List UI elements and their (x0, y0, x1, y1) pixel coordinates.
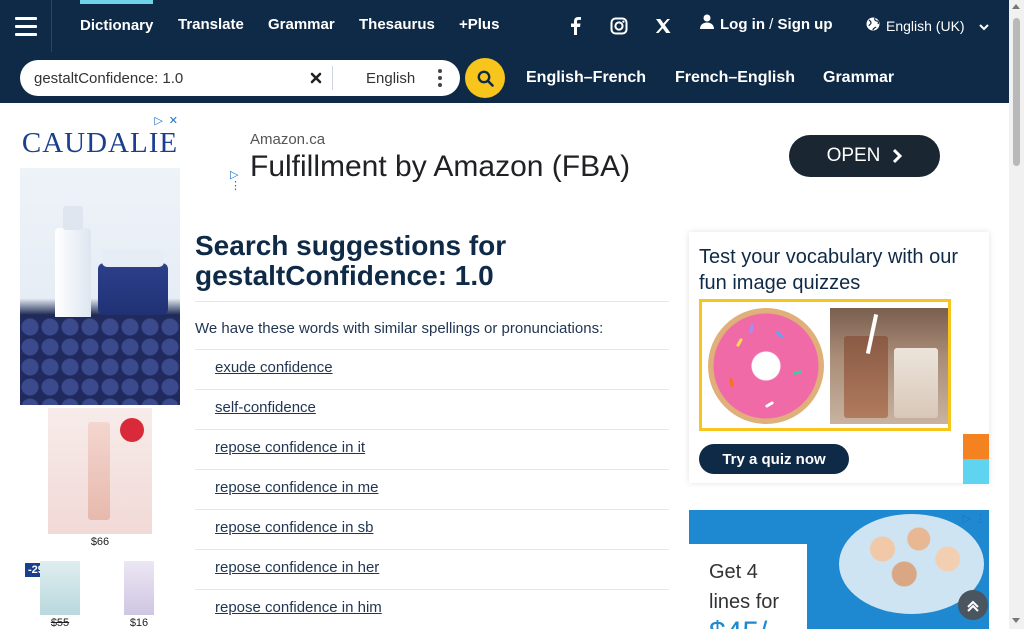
suggestion-link[interactable]: self-confidence (215, 399, 316, 416)
suggestion-link[interactable]: repose confidence in her (215, 559, 379, 576)
hamburger-menu-icon[interactable] (0, 0, 52, 52)
globe-icon (866, 1, 880, 51)
search-input[interactable] (34, 60, 319, 96)
ad-price: $45/ (709, 616, 767, 629)
adchoices-icon[interactable]: ▷ ⋮ (230, 170, 241, 192)
adchoices-icon: ▷ (154, 115, 163, 127)
ad-line-1: Get 4 (709, 561, 758, 583)
ad-open-button[interactable]: OPEN (789, 135, 940, 177)
ad-product-3-price: $16 (129, 617, 149, 629)
page-title: Search suggestions for gestaltConfidence… (195, 231, 506, 291)
signup-link[interactable]: Sign up (778, 16, 833, 33)
nav-thesaurus[interactable]: Thesaurus (359, 0, 435, 52)
search-button[interactable] (465, 58, 505, 98)
ad-line-2: lines for (709, 591, 780, 613)
ad-product-2[interactable]: $55 (40, 561, 80, 629)
ad-text: Get 4 lines for (709, 557, 779, 617)
divider (195, 349, 669, 350)
divider (195, 301, 669, 302)
quiz-promo-box: Test your vocabulary with our fun image … (689, 232, 989, 483)
site-language-label: English (UK) (886, 18, 965, 34)
chevron-down-icon (978, 1, 989, 51)
suggestion-link[interactable]: repose confidence in me (215, 479, 378, 496)
ad-product-1[interactable]: $66 (48, 408, 152, 548)
more-options-icon (438, 69, 442, 87)
search-bar: English English–French French–English Gr… (0, 52, 1024, 103)
dictionary-language-label: English (366, 69, 416, 87)
scroll-down-arrow-icon[interactable] (1012, 618, 1020, 623)
search-icon (477, 70, 494, 87)
top-navigation-bar: Dictionary Translate Grammar Thesaurus +… (0, 0, 1024, 52)
ad-product-3[interactable]: $16 (124, 561, 154, 629)
quiz-title: Test your vocabulary with our fun image … (699, 246, 959, 294)
page-scrollbar[interactable] (1009, 0, 1024, 629)
search-box: English (20, 60, 460, 96)
nav-plus[interactable]: +Plus (459, 0, 499, 52)
scroll-thumb[interactable] (1013, 18, 1020, 166)
ad-hero-image (20, 168, 180, 405)
bottom-right-ad[interactable]: Get 4 lines for $45/ ▷⋮ (689, 510, 989, 629)
adchoices-icon[interactable]: ▷ ⋮ (963, 512, 986, 525)
ad-brand-logo: CAUDALIE (21, 127, 179, 159)
donut-image (708, 308, 824, 424)
suggestion-link[interactable]: repose confidence in it (215, 439, 365, 456)
quiz-image-link[interactable] (699, 299, 951, 431)
clear-search-icon[interactable] (304, 66, 328, 90)
ad-product-2-price: $55 (50, 617, 70, 629)
suggestion-link[interactable]: exude confidence (215, 359, 333, 376)
search-divider (332, 66, 333, 90)
tab-french-english[interactable]: French–English (675, 59, 795, 97)
left-skyscraper-ad[interactable]: ▷ ✕ CAUDALIE $66 -29% $55 $16 (20, 112, 180, 629)
dictionary-language-select[interactable]: English (334, 66, 452, 90)
login-link[interactable]: Log in (720, 16, 765, 33)
milkshake-image (830, 308, 948, 424)
divider (195, 389, 669, 390)
suggestions-intro: We have these words with similar spellin… (195, 320, 604, 337)
ad-choices[interactable]: ▷ ✕ (154, 114, 178, 127)
suggestion-link[interactable]: repose confidence in him (215, 599, 382, 616)
close-ad-icon[interactable]: ✕ (169, 114, 178, 127)
site-language-selector[interactable]: English (UK) (866, 0, 989, 52)
nav-dictionary[interactable]: Dictionary (80, 0, 154, 52)
divider (195, 549, 669, 550)
divider (195, 469, 669, 470)
login-area: Log in / Sign up (700, 0, 833, 52)
ad-open-label: OPEN (826, 145, 881, 166)
divider (195, 509, 669, 510)
scroll-to-top-button[interactable] (958, 590, 988, 620)
user-icon (700, 0, 714, 50)
chevron-right-icon (893, 148, 903, 164)
page-title-prefix: Search suggestions for (195, 230, 507, 261)
nav-translate[interactable]: Translate (178, 0, 244, 52)
suggestion-link[interactable]: repose confidence in sb (215, 519, 373, 536)
try-quiz-button[interactable]: Try a quiz now (699, 444, 849, 474)
ad-headline: Fulfillment by Amazon (FBA) (250, 150, 631, 183)
nav-grammar[interactable]: Grammar (268, 0, 335, 52)
page-title-term: gestaltConfidence: 1.0 (195, 260, 494, 291)
divider (195, 589, 669, 590)
ad-product-1-price: $66 (90, 536, 110, 548)
top-banner-ad[interactable]: ▷ ⋮ Amazon.ca Fulfillment by Amazon (FBA)… (228, 112, 956, 202)
ad-domain: Amazon.ca (250, 131, 326, 148)
facebook-icon[interactable] (562, 14, 588, 38)
scroll-up-arrow-icon[interactable] (1012, 4, 1020, 9)
tab-grammar[interactable]: Grammar (823, 59, 894, 97)
login-separator: / (769, 16, 774, 33)
x-icon[interactable] (650, 14, 676, 38)
chevron-up-icon (967, 600, 979, 612)
instagram-icon[interactable] (606, 14, 632, 38)
feedback-tab[interactable] (963, 434, 989, 484)
divider (195, 429, 669, 430)
tab-english-french[interactable]: English–French (526, 59, 646, 97)
